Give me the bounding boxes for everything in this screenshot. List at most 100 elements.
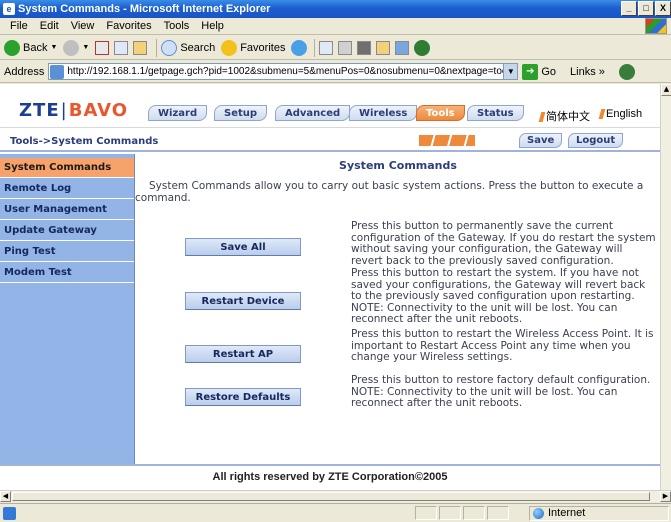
menu-view[interactable]: View — [71, 20, 95, 32]
security-zone: Internet — [529, 506, 669, 521]
sidebar-item-remote-log[interactable]: Remote Log — [0, 179, 134, 199]
minimize-button[interactable]: _ — [621, 1, 637, 16]
tab-status[interactable]: Status — [467, 105, 524, 121]
sidebar-item-modem-test[interactable]: Modem Test — [0, 263, 134, 283]
router-header: ZTE|BAVO Wizard Setup Advanced Wireless … — [0, 84, 660, 128]
chevron-down-icon: ▼ — [82, 44, 90, 51]
sub-bar: Tools->System Commands Save Logout — [0, 130, 660, 152]
status-bar: Internet — [0, 503, 671, 522]
flag-icon — [598, 109, 606, 120]
star-icon — [221, 39, 238, 56]
globe-icon — [533, 508, 544, 519]
tab-tools[interactable]: Tools — [416, 105, 465, 121]
restore-defaults-description: Press this button to restore factory def… — [351, 374, 651, 409]
menu-help[interactable]: Help — [201, 20, 224, 32]
sidebar-item-update-gateway[interactable]: Update Gateway — [0, 221, 134, 241]
restart-device-button[interactable]: Restart Device — [185, 292, 301, 310]
save-all-button[interactable]: Save All — [185, 238, 301, 256]
menu-tools[interactable]: Tools — [164, 20, 190, 32]
menu-edit[interactable]: Edit — [40, 20, 59, 32]
status-panes — [415, 506, 509, 520]
save-all-description: Press this button to permanently save th… — [351, 220, 656, 267]
intro-text: System Commands allow you to carry out b… — [135, 180, 644, 204]
back-button[interactable]: Back ▼ — [4, 39, 57, 56]
favorites-button[interactable]: Favorites — [221, 39, 286, 56]
messenger-icon[interactable] — [414, 39, 431, 56]
tab-advanced[interactable]: Advanced — [275, 105, 351, 121]
address-input[interactable]: http://192.168.1.1/getpage.gch?pid=1002&… — [48, 63, 519, 80]
scroll-thumb[interactable] — [12, 492, 650, 501]
forward-arrow-icon — [63, 39, 80, 56]
address-url: http://192.168.1.1/getpage.gch?pid=1002&… — [67, 66, 504, 77]
chevron-down-icon[interactable]: ▼ — [503, 64, 518, 79]
main-content: System Commands System Commands allow yo… — [134, 154, 660, 464]
page-icon — [50, 64, 65, 79]
decorative-stripes — [419, 135, 475, 146]
lang-chinese-link[interactable]: 简体中文 — [538, 108, 590, 124]
footer-copyright: All rights reserved by ZTE Corporation©2… — [0, 464, 660, 490]
scroll-left-icon[interactable]: ◀ — [0, 491, 11, 502]
lang-english-label: English — [606, 108, 643, 120]
refresh-icon[interactable] — [114, 40, 129, 55]
mail-icon[interactable] — [338, 40, 353, 55]
stop-icon[interactable] — [95, 40, 110, 55]
tab-wizard[interactable]: Wizard — [148, 105, 208, 121]
scroll-up-icon[interactable]: ▲ — [661, 84, 671, 96]
home-icon[interactable] — [133, 40, 148, 55]
scroll-right-icon[interactable]: ▶ — [660, 491, 671, 502]
restore-defaults-button[interactable]: Restore Defaults — [185, 388, 301, 406]
sidebar-item-ping-test[interactable]: Ping Test — [0, 242, 134, 262]
sidebar: System Commands Remote Log User Manageme… — [0, 154, 134, 464]
back-label: Back — [23, 41, 48, 54]
history-icon[interactable] — [319, 40, 334, 55]
status-pane — [415, 506, 437, 520]
media-icon[interactable] — [291, 39, 308, 56]
discuss-icon[interactable] — [395, 40, 410, 55]
logo-zte: ZTE — [19, 100, 60, 121]
close-button[interactable]: X — [655, 1, 671, 16]
links-button[interactable]: Links » — [570, 66, 605, 78]
tab-setup[interactable]: Setup — [214, 105, 268, 121]
status-pane — [439, 506, 461, 520]
print-icon[interactable] — [357, 40, 372, 55]
search-button[interactable]: Search — [161, 39, 215, 56]
status-pane — [463, 506, 485, 520]
save-button[interactable]: Save — [519, 133, 563, 148]
content-title: System Commands — [339, 159, 457, 172]
forward-button[interactable]: ▼ — [63, 39, 90, 56]
zte-bavo-logo: ZTE|BAVO — [19, 100, 128, 121]
lang-english-link[interactable]: English — [598, 108, 643, 120]
extension-icon[interactable] — [618, 63, 635, 80]
maximize-button[interactable]: □ — [638, 1, 654, 16]
sidebar-item-system-commands[interactable]: System Commands — [0, 158, 134, 178]
restart-device-description: Press this button to restart the system.… — [351, 267, 646, 325]
toolbar-separator — [156, 38, 158, 57]
tab-wireless[interactable]: Wireless — [349, 105, 418, 121]
windows-logo-icon — [645, 18, 667, 34]
status-pane — [487, 506, 509, 520]
logout-button[interactable]: Logout — [568, 133, 624, 148]
go-button[interactable]: ➔ Go — [522, 63, 557, 80]
links-label: Links — [570, 65, 596, 78]
horizontal-scrollbar[interactable]: ◀ ▶ — [0, 490, 671, 502]
restart-ap-button[interactable]: Restart AP — [185, 345, 301, 363]
address-label: Address — [4, 65, 45, 78]
favorites-label: Favorites — [240, 41, 286, 54]
toolbar-separator — [314, 38, 316, 57]
edit-icon[interactable] — [376, 40, 391, 55]
logo-bar: | — [60, 100, 68, 121]
menu-file[interactable]: File — [10, 20, 28, 32]
vertical-scrollbar[interactable]: ▲ — [660, 84, 671, 490]
title-bar: e System Commands - Microsoft Internet E… — [0, 0, 671, 18]
back-arrow-icon — [4, 39, 20, 56]
menu-favorites[interactable]: Favorites — [106, 20, 151, 32]
go-label: Go — [541, 65, 557, 78]
flag-icon — [538, 112, 546, 123]
page-done-icon — [3, 507, 16, 520]
browser-window: e System Commands - Microsoft Internet E… — [0, 0, 671, 522]
logo-bavo: BAVO — [68, 100, 129, 121]
go-arrow-icon: ➔ — [522, 63, 539, 80]
links-more: » — [598, 65, 605, 78]
sidebar-item-user-management[interactable]: User Management — [0, 200, 134, 220]
restart-ap-description: Press this button to restart the Wireles… — [351, 328, 654, 363]
